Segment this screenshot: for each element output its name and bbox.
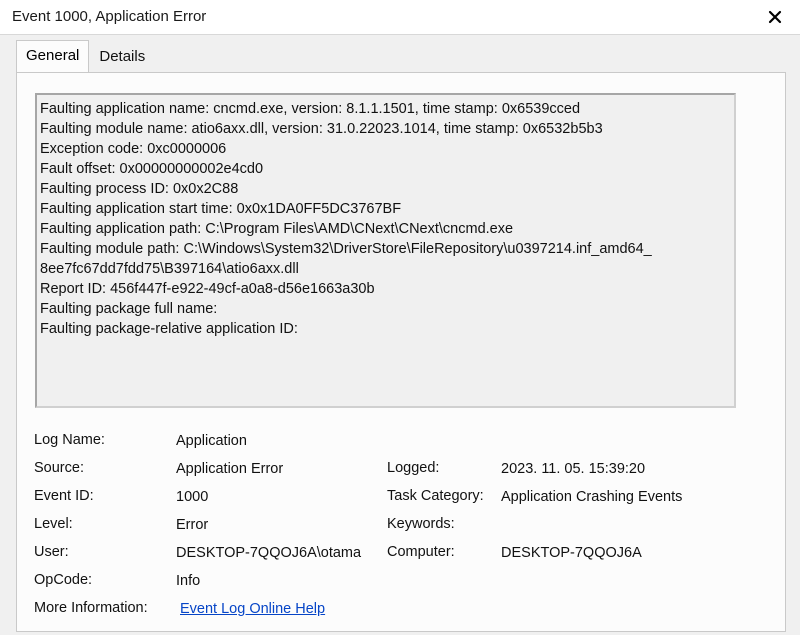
description-line: Faulting process ID: 0x0x2C88	[40, 181, 239, 197]
close-icon[interactable]	[762, 4, 788, 30]
source-value: Application Error	[176, 461, 284, 477]
description-line: Faulting application start time: 0x0x1DA…	[40, 201, 402, 217]
level-value: Error	[176, 517, 209, 533]
opcode-value: Info	[176, 573, 201, 589]
description-line: Faulting package-relative application ID…	[40, 321, 298, 337]
logged-value: 2023. 11. 05. 15:39:20	[501, 461, 646, 477]
description-line: Faulting package full name:	[40, 301, 218, 317]
user-label: User:	[34, 544, 69, 560]
description-line: Faulting application path: C:\Program Fi…	[40, 221, 514, 237]
source-label: Source:	[34, 460, 84, 476]
tab-strip: General Details	[16, 40, 155, 74]
description-line: 8ee7fc67dd7fdd75\B397164\atio6axx.dll	[40, 261, 299, 277]
log-name-value: Application	[176, 433, 247, 449]
tab-general[interactable]: General	[16, 40, 90, 72]
description-line: Fault offset: 0x00000000002e4cd0	[40, 161, 264, 177]
task-category-label: Task Category:	[387, 488, 484, 504]
description-line: Report ID: 456f447f-e922-49cf-a0a8-d56e1…	[40, 281, 375, 297]
title-bar: Event 1000, Application Error	[0, 0, 800, 35]
description-line: Faulting module path: C:\Windows\System3…	[40, 241, 652, 257]
event-log-online-help-link[interactable]: Event Log Online Help	[180, 601, 325, 617]
description-line: Faulting application name: cncmd.exe, ve…	[40, 101, 581, 117]
close-icon-glyph	[768, 10, 782, 24]
computer-label: Computer:	[387, 544, 455, 560]
window-title: Event 1000, Application Error	[12, 8, 207, 25]
computer-value: DESKTOP-7QQOJ6A	[501, 545, 642, 561]
keywords-label: Keywords:	[387, 516, 455, 532]
logged-label: Logged:	[387, 460, 440, 476]
user-value: DESKTOP-7QQOJ6A\otama	[176, 545, 362, 561]
more-information-label: More Information:	[34, 600, 148, 616]
opcode-label: OpCode:	[34, 572, 93, 588]
description-line: Faulting module name: atio6axx.dll, vers…	[40, 121, 603, 137]
log-name-label: Log Name:	[34, 432, 105, 448]
event-id-value: 1000	[176, 489, 209, 505]
tab-details[interactable]: Details	[89, 42, 155, 74]
description-line: Exception code: 0xc0000006	[40, 141, 227, 157]
event-description: Faulting application name: cncmd.exe, ve…	[40, 99, 730, 339]
task-category-value: Application Crashing Events	[501, 489, 683, 505]
event-id-label: Event ID:	[34, 488, 94, 504]
level-label: Level:	[34, 516, 73, 532]
